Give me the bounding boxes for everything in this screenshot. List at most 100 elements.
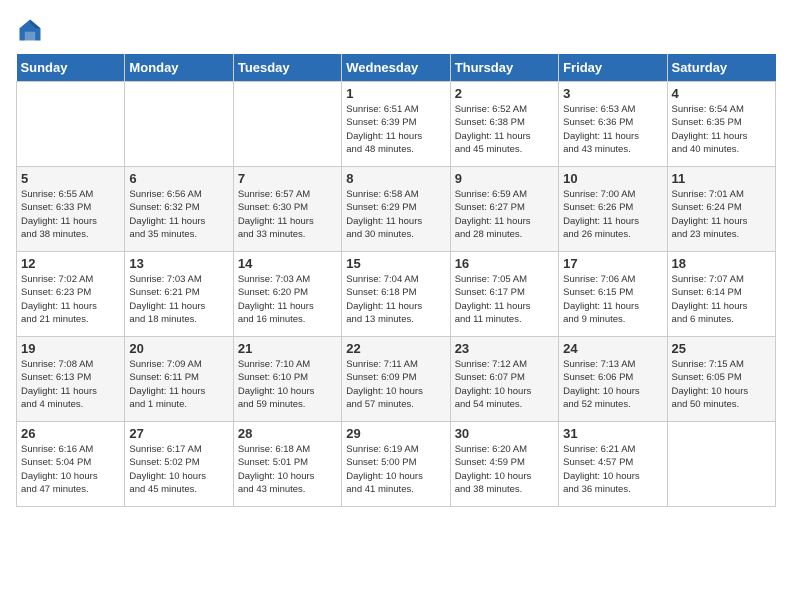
day-info: Sunrise: 6:17 AM Sunset: 5:02 PM Dayligh… xyxy=(129,443,228,496)
page-header xyxy=(16,16,776,44)
day-info: Sunrise: 7:03 AM Sunset: 6:20 PM Dayligh… xyxy=(238,273,337,326)
day-number: 2 xyxy=(455,86,554,101)
day-number: 30 xyxy=(455,426,554,441)
day-info: Sunrise: 6:16 AM Sunset: 5:04 PM Dayligh… xyxy=(21,443,120,496)
day-info: Sunrise: 7:10 AM Sunset: 6:10 PM Dayligh… xyxy=(238,358,337,411)
col-header-tuesday: Tuesday xyxy=(233,54,341,82)
day-number: 17 xyxy=(563,256,662,271)
day-number: 12 xyxy=(21,256,120,271)
day-info: Sunrise: 7:04 AM Sunset: 6:18 PM Dayligh… xyxy=(346,273,445,326)
day-number: 25 xyxy=(672,341,771,356)
day-cell xyxy=(125,82,233,167)
day-info: Sunrise: 7:13 AM Sunset: 6:06 PM Dayligh… xyxy=(563,358,662,411)
day-cell: 30 Sunrise: 6:20 AM Sunset: 4:59 PM Dayli… xyxy=(450,422,558,507)
day-cell: 29 Sunrise: 6:19 AM Sunset: 5:00 PM Dayli… xyxy=(342,422,450,507)
day-number: 14 xyxy=(238,256,337,271)
day-info: Sunrise: 6:57 AM Sunset: 6:30 PM Dayligh… xyxy=(238,188,337,241)
day-info: Sunrise: 7:08 AM Sunset: 6:13 PM Dayligh… xyxy=(21,358,120,411)
day-number: 18 xyxy=(672,256,771,271)
day-cell: 6Sunrise: 6:56 AM Sunset: 6:32 PM Daylig… xyxy=(125,167,233,252)
day-info: Sunrise: 7:01 AM Sunset: 6:24 PM Dayligh… xyxy=(672,188,771,241)
week-row-5: 26 Sunrise: 6:16 AM Sunset: 5:04 PM Dayli… xyxy=(17,422,776,507)
day-number: 8 xyxy=(346,171,445,186)
logo xyxy=(16,16,48,44)
day-info: Sunrise: 6:54 AM Sunset: 6:35 PM Dayligh… xyxy=(672,103,771,156)
day-cell: 7Sunrise: 6:57 AM Sunset: 6:30 PM Daylig… xyxy=(233,167,341,252)
day-cell: 8 Sunrise: 6:58 AM Sunset: 6:29 PM Daylig… xyxy=(342,167,450,252)
day-cell: 14 Sunrise: 7:03 AM Sunset: 6:20 PM Dayli… xyxy=(233,252,341,337)
day-info: Sunrise: 6:18 AM Sunset: 5:01 PM Dayligh… xyxy=(238,443,337,496)
day-cell: 11 Sunrise: 7:01 AM Sunset: 6:24 PM Dayli… xyxy=(667,167,775,252)
day-info: Sunrise: 7:00 AM Sunset: 6:26 PM Dayligh… xyxy=(563,188,662,241)
logo-icon xyxy=(16,16,44,44)
day-info: Sunrise: 6:51 AM Sunset: 6:39 PM Dayligh… xyxy=(346,103,445,156)
day-cell: 20 Sunrise: 7:09 AM Sunset: 6:11 PM Dayli… xyxy=(125,337,233,422)
col-header-friday: Friday xyxy=(559,54,667,82)
day-info: Sunrise: 6:19 AM Sunset: 5:00 PM Dayligh… xyxy=(346,443,445,496)
day-cell: 28 Sunrise: 6:18 AM Sunset: 5:01 PM Dayli… xyxy=(233,422,341,507)
day-number: 19 xyxy=(21,341,120,356)
day-info: Sunrise: 6:59 AM Sunset: 6:27 PM Dayligh… xyxy=(455,188,554,241)
day-info: Sunrise: 6:58 AM Sunset: 6:29 PM Dayligh… xyxy=(346,188,445,241)
day-number: 1 xyxy=(346,86,445,101)
day-cell: 25 Sunrise: 7:15 AM Sunset: 6:05 PM Dayli… xyxy=(667,337,775,422)
week-row-1: 1 Sunrise: 6:51 AM Sunset: 6:39 PM Daylig… xyxy=(17,82,776,167)
day-cell: 9 Sunrise: 6:59 AM Sunset: 6:27 PM Daylig… xyxy=(450,167,558,252)
day-info: Sunrise: 7:07 AM Sunset: 6:14 PM Dayligh… xyxy=(672,273,771,326)
day-info: Sunrise: 6:20 AM Sunset: 4:59 PM Dayligh… xyxy=(455,443,554,496)
day-number: 23 xyxy=(455,341,554,356)
calendar-table: SundayMondayTuesdayWednesdayThursdayFrid… xyxy=(16,54,776,507)
day-number: 31 xyxy=(563,426,662,441)
day-cell: 12 Sunrise: 7:02 AM Sunset: 6:23 PM Dayli… xyxy=(17,252,125,337)
day-cell: 23 Sunrise: 7:12 AM Sunset: 6:07 PM Dayli… xyxy=(450,337,558,422)
day-cell: 31 Sunrise: 6:21 AM Sunset: 4:57 PM Dayli… xyxy=(559,422,667,507)
day-cell: 2 Sunrise: 6:52 AM Sunset: 6:38 PM Daylig… xyxy=(450,82,558,167)
week-row-4: 19 Sunrise: 7:08 AM Sunset: 6:13 PM Dayli… xyxy=(17,337,776,422)
week-row-3: 12 Sunrise: 7:02 AM Sunset: 6:23 PM Dayli… xyxy=(17,252,776,337)
day-cell: 24Sunrise: 7:13 AM Sunset: 6:06 PM Dayli… xyxy=(559,337,667,422)
day-info: Sunrise: 7:09 AM Sunset: 6:11 PM Dayligh… xyxy=(129,358,228,411)
col-header-saturday: Saturday xyxy=(667,54,775,82)
day-number: 11 xyxy=(672,171,771,186)
day-cell: 4Sunrise: 6:54 AM Sunset: 6:35 PM Daylig… xyxy=(667,82,775,167)
day-cell: 5 Sunrise: 6:55 AM Sunset: 6:33 PM Daylig… xyxy=(17,167,125,252)
day-number: 10 xyxy=(563,171,662,186)
day-cell: 1 Sunrise: 6:51 AM Sunset: 6:39 PM Daylig… xyxy=(342,82,450,167)
day-number: 21 xyxy=(238,341,337,356)
day-info: Sunrise: 7:05 AM Sunset: 6:17 PM Dayligh… xyxy=(455,273,554,326)
header-row: SundayMondayTuesdayWednesdayThursdayFrid… xyxy=(17,54,776,82)
day-number: 15 xyxy=(346,256,445,271)
day-number: 9 xyxy=(455,171,554,186)
day-number: 28 xyxy=(238,426,337,441)
day-info: Sunrise: 7:02 AM Sunset: 6:23 PM Dayligh… xyxy=(21,273,120,326)
day-number: 5 xyxy=(21,171,120,186)
day-number: 13 xyxy=(129,256,228,271)
col-header-thursday: Thursday xyxy=(450,54,558,82)
day-cell: 10 Sunrise: 7:00 AM Sunset: 6:26 PM Dayli… xyxy=(559,167,667,252)
day-info: Sunrise: 7:15 AM Sunset: 6:05 PM Dayligh… xyxy=(672,358,771,411)
day-number: 20 xyxy=(129,341,228,356)
day-cell: 21 Sunrise: 7:10 AM Sunset: 6:10 PM Dayli… xyxy=(233,337,341,422)
day-info: Sunrise: 7:12 AM Sunset: 6:07 PM Dayligh… xyxy=(455,358,554,411)
day-number: 26 xyxy=(21,426,120,441)
day-cell: 15 Sunrise: 7:04 AM Sunset: 6:18 PM Dayli… xyxy=(342,252,450,337)
day-cell xyxy=(667,422,775,507)
day-cell: 3 Sunrise: 6:53 AM Sunset: 6:36 PM Daylig… xyxy=(559,82,667,167)
day-cell: 19 Sunrise: 7:08 AM Sunset: 6:13 PM Dayli… xyxy=(17,337,125,422)
day-cell: 13Sunrise: 7:03 AM Sunset: 6:21 PM Dayli… xyxy=(125,252,233,337)
col-header-wednesday: Wednesday xyxy=(342,54,450,82)
day-number: 3 xyxy=(563,86,662,101)
col-header-monday: Monday xyxy=(125,54,233,82)
day-cell: 16Sunrise: 7:05 AM Sunset: 6:17 PM Dayli… xyxy=(450,252,558,337)
week-row-2: 5 Sunrise: 6:55 AM Sunset: 6:33 PM Daylig… xyxy=(17,167,776,252)
day-number: 29 xyxy=(346,426,445,441)
day-info: Sunrise: 6:21 AM Sunset: 4:57 PM Dayligh… xyxy=(563,443,662,496)
day-info: Sunrise: 6:55 AM Sunset: 6:33 PM Dayligh… xyxy=(21,188,120,241)
day-cell: 27Sunrise: 6:17 AM Sunset: 5:02 PM Dayli… xyxy=(125,422,233,507)
day-number: 22 xyxy=(346,341,445,356)
day-cell xyxy=(17,82,125,167)
day-info: Sunrise: 6:53 AM Sunset: 6:36 PM Dayligh… xyxy=(563,103,662,156)
day-info: Sunrise: 6:52 AM Sunset: 6:38 PM Dayligh… xyxy=(455,103,554,156)
day-cell: 22Sunrise: 7:11 AM Sunset: 6:09 PM Dayli… xyxy=(342,337,450,422)
day-cell xyxy=(233,82,341,167)
